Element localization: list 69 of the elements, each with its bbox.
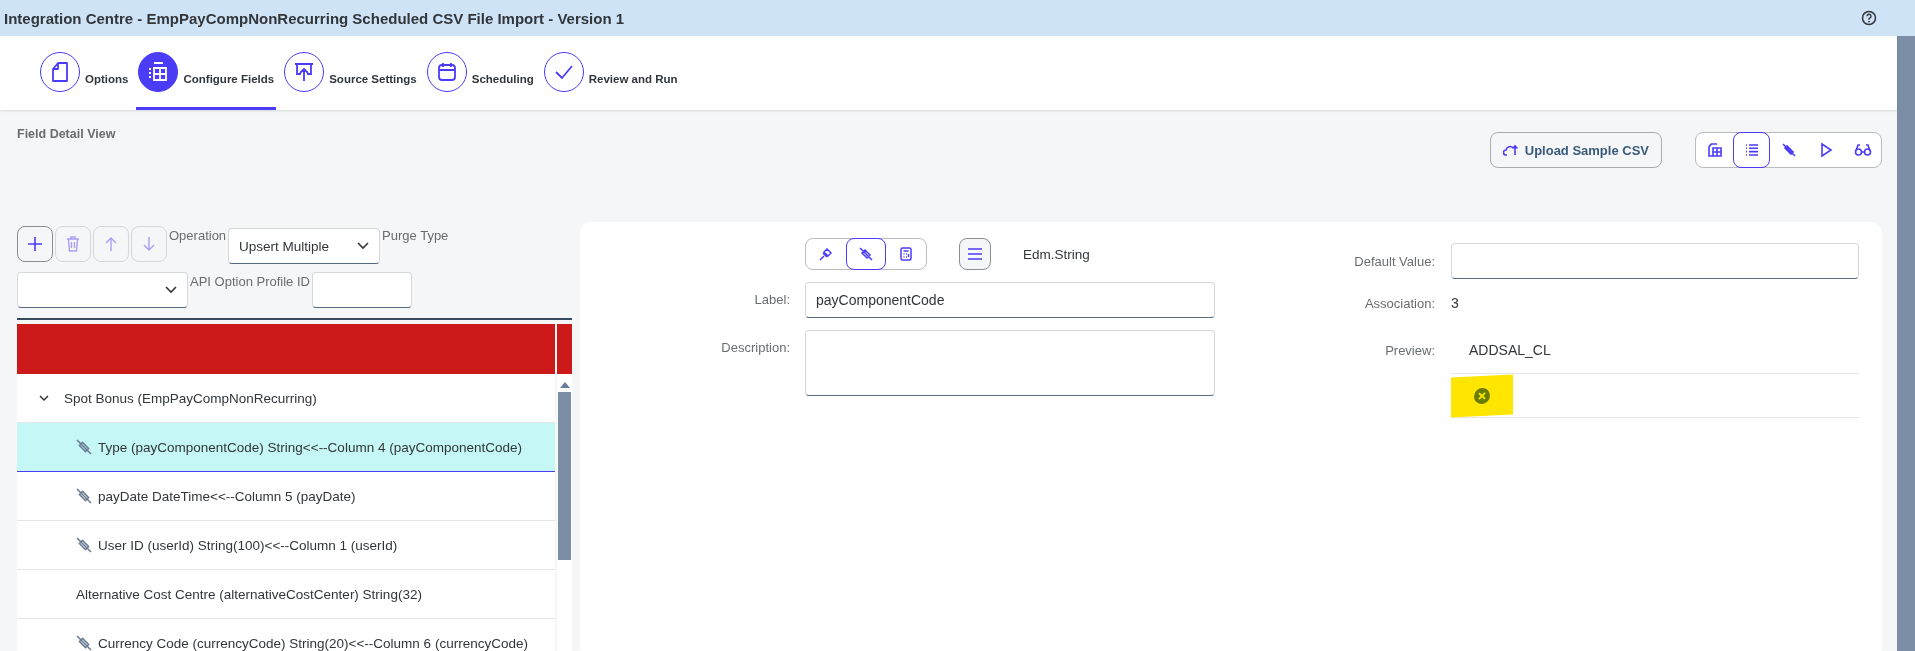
scrollbar[interactable] — [555, 374, 572, 651]
link-icon — [859, 247, 873, 261]
api-option-profile-label: API Option Profile ID — [190, 274, 310, 289]
wizard-step[interactable]: Review and Run — [541, 36, 680, 110]
wizard-step[interactable]: Options — [38, 36, 131, 110]
tree-row-label: Currency Code (currencyCode) String(20)<<--Column 6 (currencyCode) — [98, 635, 528, 651]
section-title: Field Detail View — [17, 127, 116, 141]
tree-toolbar-button[interactable] — [17, 226, 53, 262]
glasses-icon — [1853, 142, 1872, 158]
label-field[interactable]: payComponentCode — [805, 282, 1215, 318]
tree-row-label: Alternative Cost Centre (alternativeCostCenter) String(32) — [76, 586, 422, 602]
menu-icon — [967, 248, 983, 260]
label-label: Label: — [753, 291, 790, 307]
arrow-up-icon — [104, 236, 118, 252]
cloud-upload-icon — [1502, 143, 1519, 157]
tree-row-label: payDate DateTime<<--Column 5 (payDate) — [98, 488, 356, 504]
add-icon — [27, 236, 43, 252]
scrollbar-thumb[interactable] — [558, 392, 571, 560]
list-icon — [1743, 142, 1760, 158]
tree-row-label: Type (payComponentCode) String<<--Column 4 (payComponentCode) — [98, 439, 522, 455]
purge-type-dropdown[interactable] — [17, 272, 188, 308]
delete-icon — [66, 236, 80, 252]
menu-button[interactable] — [959, 238, 991, 270]
wizard-step[interactable]: Source Settings — [282, 36, 419, 110]
pin-icon — [819, 247, 833, 261]
tree-row-label: Spot Bonus (EmpPayCompNonRecurring) — [64, 390, 317, 406]
preview-label: Preview: — [1385, 342, 1435, 358]
chevron-down-icon — [165, 286, 177, 294]
link-icon — [1780, 142, 1797, 158]
document-icon — [49, 60, 71, 83]
tree-row[interactable]: Type (payComponentCode) String<<--Column 4 (payComponentCode) — [17, 423, 555, 472]
upload-sample-csv-button[interactable]: Upload Sample CSV — [1489, 132, 1662, 168]
tree-row[interactable]: User ID (userId) String(100)<<--Column 1 (userId) — [17, 521, 555, 570]
preview-value: ADDSAL_CL — [1469, 342, 1551, 358]
link-icon — [76, 537, 92, 553]
link-icon — [76, 439, 92, 455]
tree-header-column — [557, 324, 572, 374]
operation-dropdown[interactable]: Upsert Multiple — [228, 228, 381, 264]
description-field[interactable] — [805, 330, 1215, 396]
page-scrollbar[interactable] — [1897, 36, 1915, 651]
wizard-step[interactable]: Scheduling — [424, 36, 536, 110]
description-label: Description: — [720, 339, 790, 355]
tree-row[interactable]: payDate DateTime<<--Column 5 (payDate) — [17, 472, 555, 521]
calendar-icon — [435, 60, 458, 83]
error-icon — [1473, 386, 1491, 405]
data-type-text: Edm.String — [1023, 246, 1090, 262]
view-button[interactable] — [1733, 132, 1770, 168]
window-title: Integration Centre - EmpPayCompNonRecurring Scheduled CSV File Import - Version 1 — [4, 9, 625, 27]
mode-button[interactable] — [846, 238, 886, 270]
default-value-label: Default Value: — [1353, 253, 1435, 269]
link-icon — [76, 635, 92, 651]
purge-type-label: Purge Type — [382, 228, 449, 243]
chevron-down-icon — [357, 242, 370, 250]
arrow-down-icon — [142, 236, 156, 252]
tree-row-label: User ID (userId) String(100)<<--Column 1 (userId) — [98, 537, 398, 553]
tree-row[interactable]: Alternative Cost Centre (alternativeCostCenter) String(32) — [17, 570, 555, 619]
calculator-icon — [900, 247, 912, 261]
document-table-icon — [1706, 142, 1723, 158]
api-option-profile-field[interactable] — [311, 272, 412, 308]
upload-board-icon — [293, 60, 316, 83]
operation-label: Operation — [169, 228, 227, 243]
chevron-icon[interactable] — [38, 392, 50, 404]
scroll-up-icon[interactable] — [559, 382, 570, 388]
help-icon[interactable] — [1861, 10, 1877, 26]
default-value-field[interactable] — [1451, 243, 1859, 279]
association-value: 3 — [1451, 295, 1459, 311]
link-icon — [76, 488, 92, 504]
table-icon — [147, 60, 170, 83]
association-label: Association: — [1364, 295, 1435, 311]
